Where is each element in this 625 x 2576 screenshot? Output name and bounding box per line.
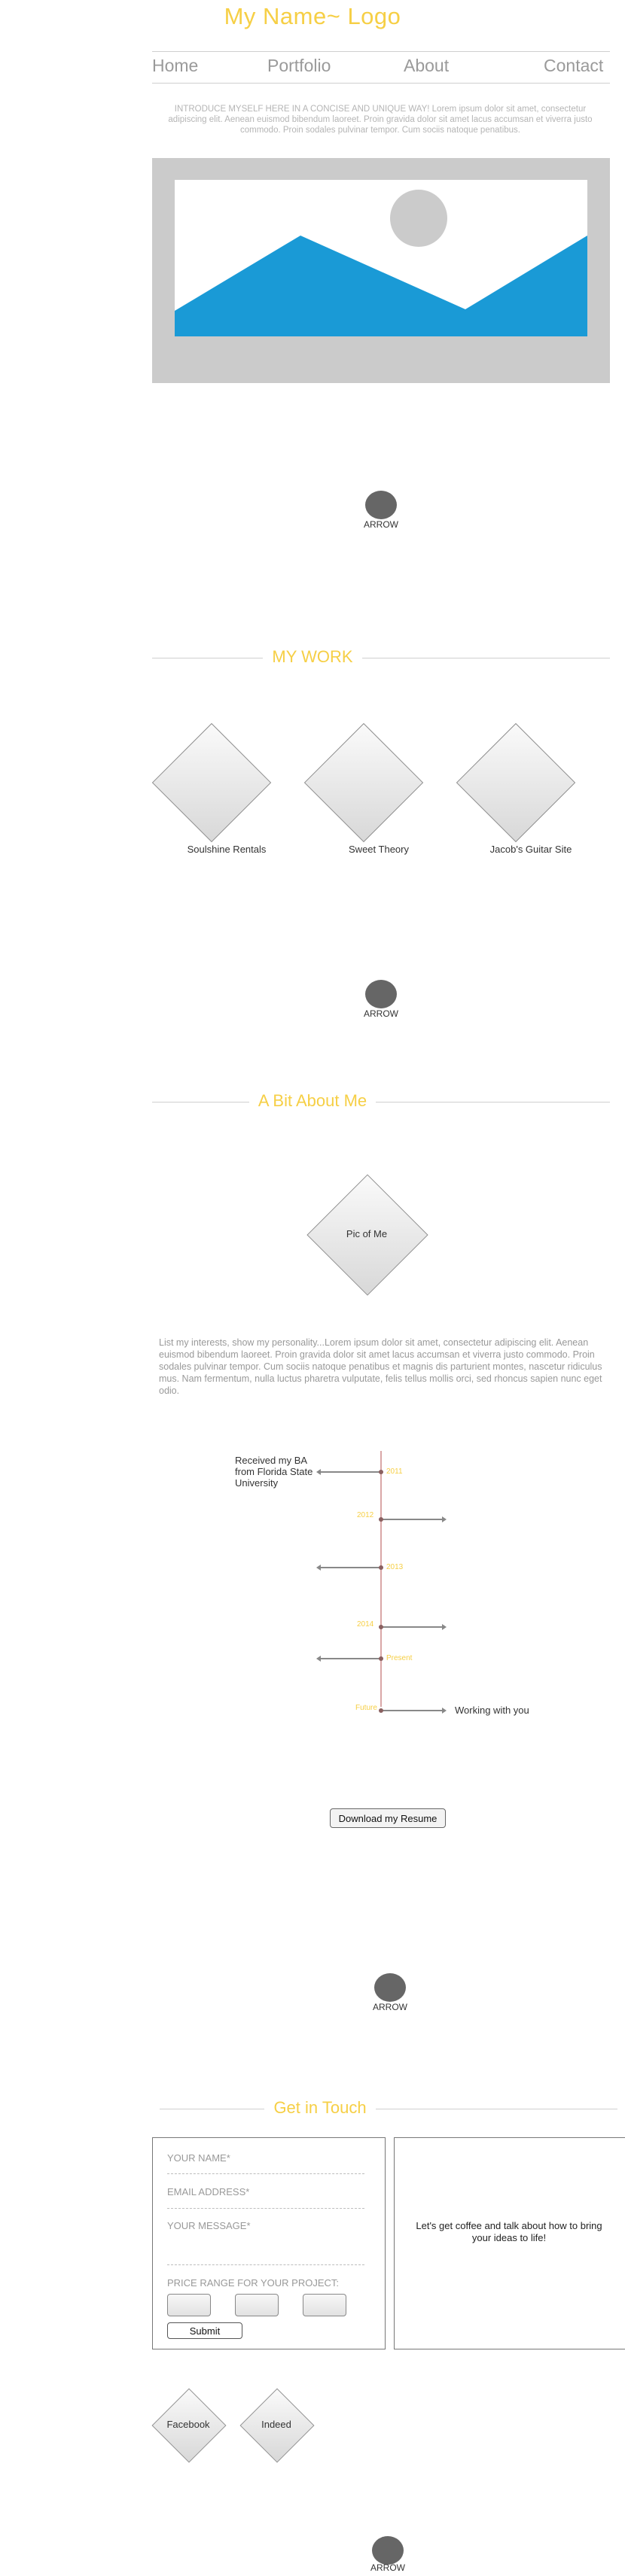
timeline-year: Present bbox=[386, 1654, 413, 1662]
nav-about[interactable]: About bbox=[404, 56, 449, 76]
work-item-label[interactable]: Jacob's Guitar Site bbox=[456, 844, 606, 855]
site-logo[interactable]: My Name~ Logo bbox=[0, 3, 625, 30]
intro-text: INTRODUCE MYSELF HERE IN A CONCISE AND U… bbox=[168, 105, 593, 135]
name-field-label: YOUR NAME* bbox=[167, 2152, 230, 2164]
timeline-event-text: Working with you bbox=[455, 1705, 529, 1716]
work-item-label[interactable]: Soulshine Rentals bbox=[151, 844, 302, 855]
work-item-sweet-theory-thumb[interactable] bbox=[303, 722, 424, 843]
nav-top-divider bbox=[152, 51, 610, 52]
work-item-guitar-site-thumb[interactable] bbox=[456, 722, 576, 843]
timeline-branch bbox=[320, 1567, 380, 1568]
timeline-branch bbox=[382, 1519, 442, 1520]
work-item-soulshine-thumb[interactable] bbox=[151, 722, 272, 843]
about-section-title: A Bit About Me bbox=[248, 1091, 377, 1110]
about-text: List my interests, show my personality..… bbox=[159, 1337, 602, 1396]
timeline-dot bbox=[379, 1656, 383, 1661]
timeline-branch bbox=[320, 1471, 380, 1473]
timeline-dot bbox=[379, 1565, 383, 1570]
arrow-right-icon bbox=[442, 1624, 447, 1630]
nav-contact[interactable]: Contact bbox=[544, 56, 603, 76]
timeline-event-text: Received my BA from Florida State Univer… bbox=[235, 1455, 313, 1489]
timeline-branch bbox=[382, 1626, 442, 1628]
message-input[interactable] bbox=[167, 2264, 364, 2265]
timeline-year: 2014 bbox=[357, 1620, 374, 1629]
submit-button[interactable]: Submit bbox=[167, 2322, 242, 2339]
arrow-right-icon bbox=[442, 1708, 447, 1714]
scroll-arrow-button[interactable] bbox=[365, 980, 397, 1008]
timeline-branch bbox=[382, 1710, 442, 1711]
scroll-arrow-button[interactable] bbox=[365, 491, 397, 519]
work-section-title: MY WORK bbox=[263, 647, 362, 666]
facebook-label[interactable]: Facebook bbox=[151, 2419, 226, 2430]
arrow-label: ARROW bbox=[370, 2562, 405, 2573]
email-input[interactable] bbox=[167, 2208, 364, 2209]
timeline-dot bbox=[379, 1470, 383, 1474]
indeed-label[interactable]: Indeed bbox=[239, 2419, 314, 2430]
price-range-option-1[interactable] bbox=[167, 2294, 211, 2316]
scroll-arrow-button[interactable] bbox=[372, 2536, 404, 2565]
arrow-label: ARROW bbox=[364, 519, 398, 530]
timeline-dot bbox=[379, 1625, 383, 1629]
arrow-right-icon bbox=[442, 1516, 447, 1522]
nav-bottom-divider bbox=[152, 83, 610, 84]
message-field-label: YOUR MESSAGE* bbox=[167, 2220, 251, 2231]
timeline-year: 2013 bbox=[386, 1563, 404, 1571]
arrow-label: ARROW bbox=[373, 2002, 407, 2012]
download-resume-button[interactable]: Download my Resume bbox=[330, 1808, 446, 1828]
price-range-option-3[interactable] bbox=[303, 2294, 346, 2316]
timeline-year: Future bbox=[355, 1704, 377, 1712]
timeline-branch bbox=[320, 1658, 380, 1659]
nav-portfolio[interactable]: Portfolio bbox=[267, 56, 331, 76]
image-placeholder-icon bbox=[175, 180, 587, 336]
name-input[interactable] bbox=[167, 2173, 364, 2174]
timeline-dot bbox=[379, 1517, 383, 1522]
contact-form bbox=[152, 2137, 386, 2349]
scroll-arrow-button[interactable] bbox=[374, 1973, 406, 2002]
arrow-label: ARROW bbox=[364, 1008, 398, 1019]
contact-blurb: Let's get coffee and talk about how to b… bbox=[416, 2220, 602, 2243]
email-field-label: EMAIL ADDRESS* bbox=[167, 2186, 250, 2197]
nav-home[interactable]: Home bbox=[152, 56, 198, 76]
work-item-label[interactable]: Sweet Theory bbox=[303, 844, 454, 855]
timeline-axis bbox=[380, 1451, 382, 1707]
profile-pic-label: Pic of Me bbox=[346, 1228, 388, 1239]
arrow-left-icon bbox=[316, 1565, 321, 1571]
hero-image-placeholder bbox=[152, 158, 610, 383]
price-range-label: PRICE RANGE FOR YOUR PROJECT: bbox=[167, 2277, 340, 2289]
arrow-left-icon bbox=[316, 1656, 321, 1662]
timeline-year: 2011 bbox=[386, 1467, 403, 1476]
price-range-option-2[interactable] bbox=[235, 2294, 279, 2316]
timeline-year: 2012 bbox=[357, 1511, 374, 1519]
timeline-dot bbox=[379, 1708, 383, 1713]
contact-section-title: Get in Touch bbox=[264, 2098, 376, 2117]
